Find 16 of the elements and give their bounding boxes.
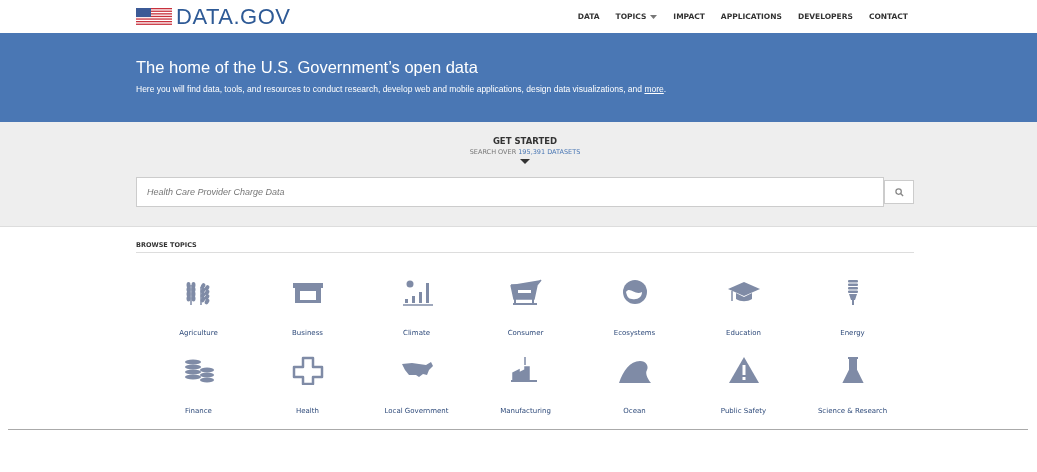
search-button[interactable]: [884, 180, 914, 204]
caret-icon: [650, 14, 658, 19]
hero-title: The home of the U.S. Government’s open data: [136, 58, 479, 77]
cross-outline-icon: [290, 355, 325, 385]
more-link[interactable]: more: [644, 84, 664, 94]
down-triangle-icon: [520, 159, 530, 164]
light-bulb-icon: [845, 277, 860, 307]
site-logo[interactable]: DATA.GOV: [176, 3, 291, 30]
search-icon: [894, 187, 904, 197]
map-icon: [399, 361, 434, 379]
search-field[interactable]: Health Care Provider Charge Data: [136, 177, 884, 207]
hero-text: Here you will find data, tools, and resources to conduct research, develop web and mobile applications, design data visualizations, and more.: [136, 84, 668, 94]
get-started-title: GET STARTED: [492, 136, 558, 146]
warning-icon: [726, 355, 761, 385]
shopping-cart-icon: [508, 277, 543, 307]
flag-icon: [136, 7, 172, 26]
